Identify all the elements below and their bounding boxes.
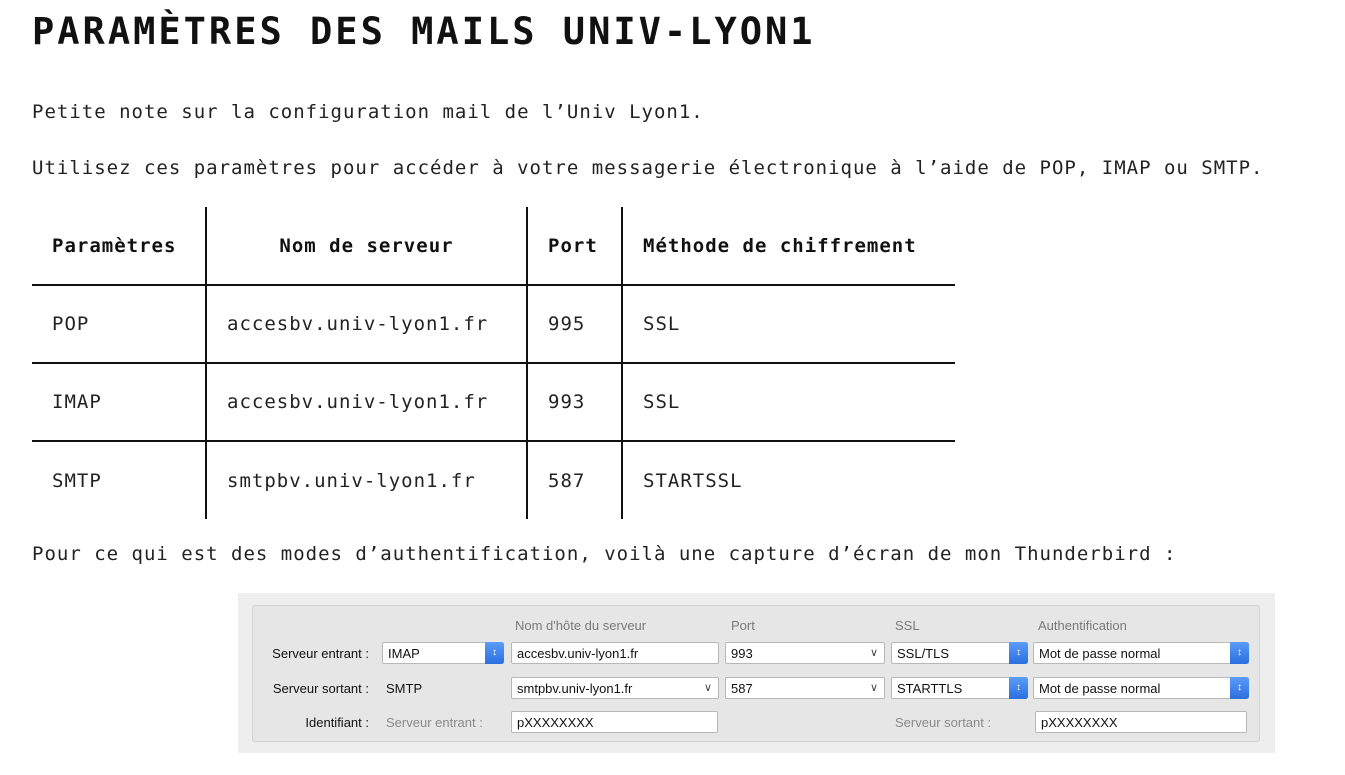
usage-text: Utilisez ces paramètres pour accéder à v… [32,157,1264,179]
cell-server: accesbv.univ-lyon1.fr [205,285,527,363]
select-stepper-icon: ↕ [1230,642,1249,664]
outgoing-ssl-select[interactable]: STARTTLS ↕ [891,677,1028,699]
table-header-row: Paramètres Nom de serveur Port Méthode d… [32,207,955,285]
header-port: Port [526,207,622,285]
header-nom-serveur: Nom de serveur [205,207,527,285]
outgoing-auth-value: Mot de passe normal [1039,681,1161,696]
incoming-ssl-value: SSL/TLS [897,646,950,661]
auth-note-text: Pour ce qui est des modes d’authentifica… [32,543,1177,565]
outgoing-hostname-value: smtpbv.univ-lyon1.fr [517,681,633,696]
header-chiffrement: Méthode de chiffrement [621,207,955,285]
incoming-port-combo[interactable]: 993 ∨ [725,642,885,664]
incoming-port-value: 993 [731,646,753,661]
identifier-outgoing-label: Serveur sortant : [895,715,992,730]
server-settings-panel: Nom d'hôte du serveur Port SSL Authentif… [252,605,1260,742]
incoming-auth-value: Mot de passe normal [1039,646,1161,661]
table-row: IMAP accesbv.univ-lyon1.fr 993 SSL [32,363,955,441]
incoming-hostname-value: accesbv.univ-lyon1.fr [517,646,639,661]
chevron-down-icon[interactable]: ∨ [870,646,878,661]
identifier-label: Identifiant : [305,715,369,730]
select-stepper-icon: ↕ [1009,642,1028,664]
outgoing-username-input[interactable]: pXXXXXXXX [1035,711,1247,733]
hostname-column-header: Nom d'hôte du serveur [515,618,647,633]
outgoing-port-value: 587 [731,681,753,696]
outgoing-username-value: pXXXXXXXX [1041,715,1118,730]
cell-protocol: IMAP [52,391,102,413]
outgoing-server-label: Serveur sortant : [272,681,369,696]
incoming-protocol-value: IMAP [388,646,420,661]
cell-port: 995 [526,285,622,363]
cell-encryption: SSL [621,285,955,363]
cell-encryption: SSL [621,363,955,441]
cell-protocol: POP [52,313,90,335]
cell-protocol: SMTP [52,469,102,492]
table-row: SMTP smtpbv.univ-lyon1.fr 587 STARTSSL [32,441,955,519]
cell-port: 587 [526,441,622,519]
outgoing-hostname-combo[interactable]: smtpbv.univ-lyon1.fr ∨ [511,677,719,699]
incoming-username-value: pXXXXXXXX [517,715,594,730]
incoming-server-label: Serveur entrant : [272,646,369,661]
outgoing-port-combo[interactable]: 587 ∨ [725,677,885,699]
cell-server: accesbv.univ-lyon1.fr [205,363,527,441]
cell-port: 993 [526,363,622,441]
page-title: PARAMÈTRES DES MAILS UNIV-LYON1 [32,10,816,53]
chevron-down-icon[interactable]: ∨ [870,681,878,696]
incoming-auth-select[interactable]: Mot de passe normal ↕ [1033,642,1249,664]
outgoing-auth-select[interactable]: Mot de passe normal ↕ [1033,677,1249,699]
cell-server: smtpbv.univ-lyon1.fr [205,441,527,519]
outgoing-protocol-text: SMTP [386,681,423,696]
chevron-down-icon[interactable]: ∨ [704,681,712,696]
auth-column-header: Authentification [1038,618,1127,633]
incoming-protocol-select[interactable]: IMAP ↕ [382,642,504,664]
select-stepper-icon: ↕ [1230,677,1249,699]
select-stepper-icon: ↕ [1009,677,1028,699]
incoming-hostname-input[interactable]: accesbv.univ-lyon1.fr [511,642,719,664]
outgoing-ssl-value: STARTTLS [897,681,963,696]
select-stepper-icon: ↕ [485,642,504,664]
header-parametres: Paramètres [52,234,177,257]
thunderbird-screenshot: Nom d'hôte du serveur Port SSL Authentif… [238,593,1275,753]
identifier-incoming-label: Serveur entrant : [386,715,483,730]
ssl-column-header: SSL [895,618,920,633]
port-column-header: Port [731,618,755,633]
table-row: POP accesbv.univ-lyon1.fr 995 SSL [32,285,955,363]
incoming-ssl-select[interactable]: SSL/TLS ↕ [891,642,1028,664]
mail-settings-table: Paramètres Nom de serveur Port Méthode d… [32,207,955,519]
intro-text: Petite note sur la configuration mail de… [32,101,704,123]
cell-encryption: STARTSSL [621,441,955,519]
incoming-username-input[interactable]: pXXXXXXXX [511,711,718,733]
